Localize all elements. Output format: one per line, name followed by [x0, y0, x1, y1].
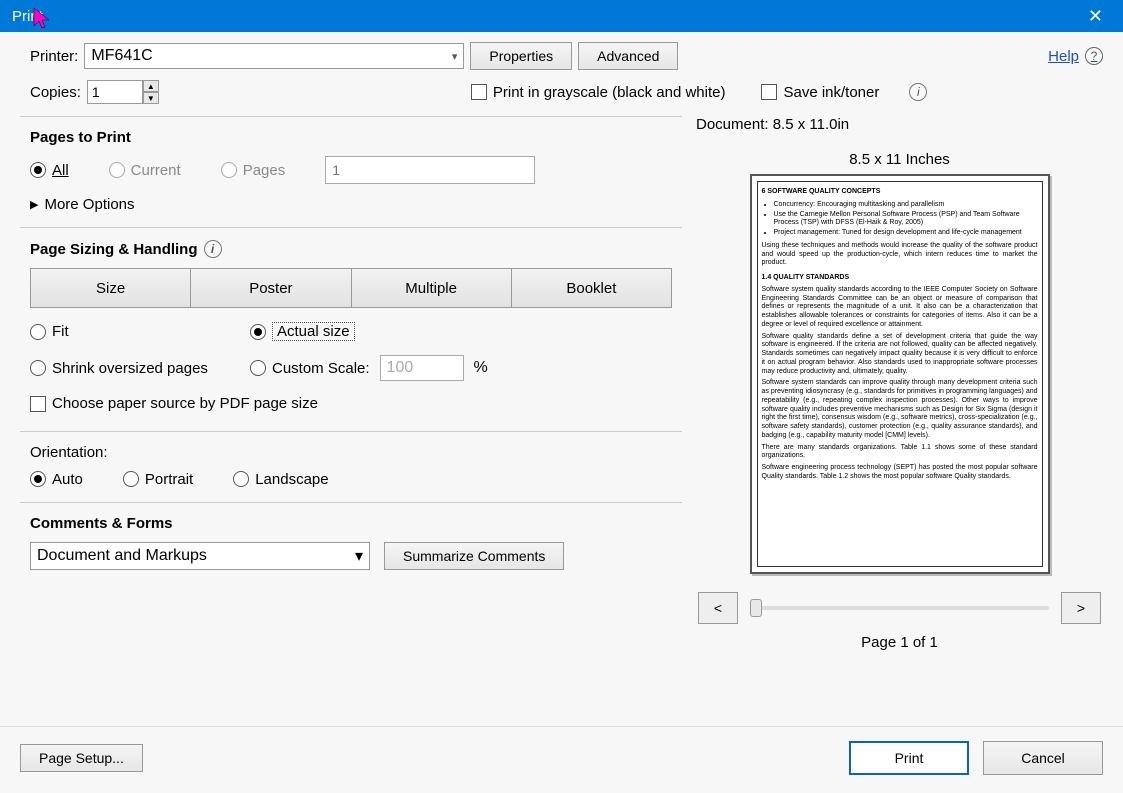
help-link[interactable]: Help ? — [1048, 47, 1103, 65]
copies-stepper[interactable]: ▲ ▼ — [87, 80, 159, 104]
pages-range-input[interactable] — [325, 156, 535, 184]
booklet-button[interactable]: Booklet — [511, 268, 672, 308]
save-ink-checkbox[interactable]: Save ink/toner — [761, 84, 879, 101]
pages-current-radio[interactable]: Current — [109, 162, 181, 179]
chevron-down-icon: ▾ — [355, 546, 363, 566]
help-icon: ? — [1085, 47, 1103, 65]
actual-size-radio[interactable]: Actual size — [250, 322, 672, 341]
slider-thumb[interactable] — [750, 599, 762, 617]
paper-size-label: 8.5 x 11 Inches — [696, 151, 1103, 168]
poster-button[interactable]: Poster — [190, 268, 350, 308]
info-icon[interactable]: i — [909, 83, 927, 101]
orientation-landscape-radio[interactable]: Landscape — [233, 471, 328, 488]
pages-all-radio[interactable]: All — [30, 162, 69, 179]
comments-select[interactable]: Document and Markups ▾ — [30, 542, 370, 570]
sizing-title: Page Sizing & Handling — [30, 241, 198, 258]
triangle-right-icon: ▶ — [30, 198, 38, 211]
pages-to-print-title: Pages to Print — [30, 129, 672, 146]
info-icon[interactable]: i — [204, 240, 222, 258]
document-size-label: Document: 8.5 x 11.0in — [696, 116, 1103, 133]
next-page-button[interactable]: > — [1061, 592, 1101, 624]
page-slider[interactable] — [750, 606, 1049, 610]
printer-select[interactable]: MF641C ▾ — [84, 43, 464, 69]
printer-label: Printer: — [30, 48, 78, 65]
summarize-comments-button[interactable]: Summarize Comments — [384, 542, 564, 570]
print-button[interactable]: Print — [849, 741, 969, 775]
copies-down[interactable]: ▼ — [143, 92, 159, 104]
multiple-button[interactable]: Multiple — [351, 268, 511, 308]
page-preview: 6 SOFTWARE QUALITY CONCEPTS Concurrency:… — [750, 174, 1050, 574]
more-options-toggle[interactable]: ▶ More Options — [30, 196, 672, 213]
orientation-portrait-radio[interactable]: Portrait — [123, 471, 193, 488]
copies-input[interactable] — [87, 80, 143, 104]
shrink-radio[interactable]: Shrink oversized pages — [30, 360, 250, 377]
custom-scale-radio[interactable]: Custom Scale: — [250, 360, 370, 377]
size-button[interactable]: Size — [30, 268, 190, 308]
copies-up[interactable]: ▲ — [143, 80, 159, 92]
grayscale-checkbox[interactable]: Print in grayscale (black and white) — [471, 84, 726, 101]
cancel-button[interactable]: Cancel — [983, 741, 1103, 775]
percent-label: % — [474, 359, 488, 377]
orientation-title: Orientation: — [30, 444, 672, 461]
prev-page-button[interactable]: < — [698, 592, 738, 624]
advanced-button[interactable]: Advanced — [578, 42, 678, 70]
fit-radio[interactable]: Fit — [30, 323, 250, 340]
pages-range-radio[interactable]: Pages — [221, 162, 286, 179]
properties-button[interactable]: Properties — [470, 42, 572, 70]
printer-value: MF641C — [91, 47, 152, 65]
orientation-auto-radio[interactable]: Auto — [30, 471, 83, 488]
copies-label: Copies: — [30, 84, 81, 101]
close-icon[interactable]: ✕ — [1080, 2, 1111, 31]
paper-source-checkbox[interactable]: Choose paper source by PDF page size — [30, 395, 318, 412]
chevron-down-icon: ▾ — [452, 50, 458, 63]
custom-scale-input[interactable]: 100 — [380, 355, 464, 381]
page-indicator: Page 1 of 1 — [696, 634, 1103, 651]
page-setup-button[interactable]: Page Setup... — [20, 744, 143, 772]
window-title: Print — [12, 8, 43, 25]
comments-title: Comments & Forms — [30, 515, 672, 532]
